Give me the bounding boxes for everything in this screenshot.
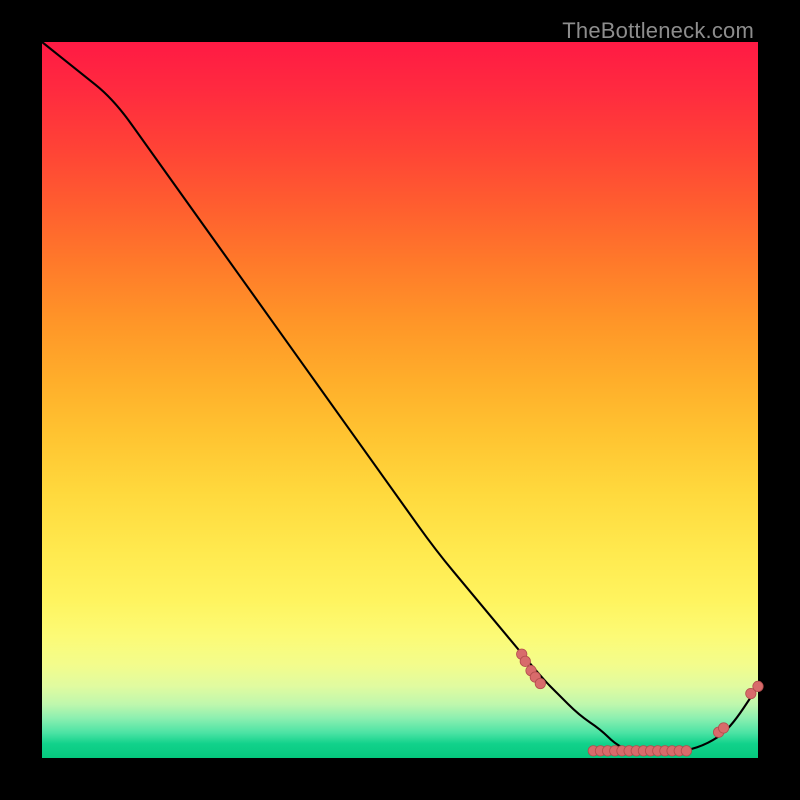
- data-marker: [718, 723, 728, 733]
- plot-area: [42, 42, 758, 758]
- markers-group: [517, 649, 764, 756]
- data-marker: [520, 656, 530, 666]
- data-marker: [535, 678, 545, 688]
- chart-svg: [42, 42, 758, 758]
- watermark-text: TheBottleneck.com: [562, 18, 754, 44]
- data-marker: [753, 681, 763, 691]
- data-marker: [681, 746, 691, 756]
- curve-line: [42, 42, 758, 751]
- chart-stage: TheBottleneck.com: [0, 0, 800, 800]
